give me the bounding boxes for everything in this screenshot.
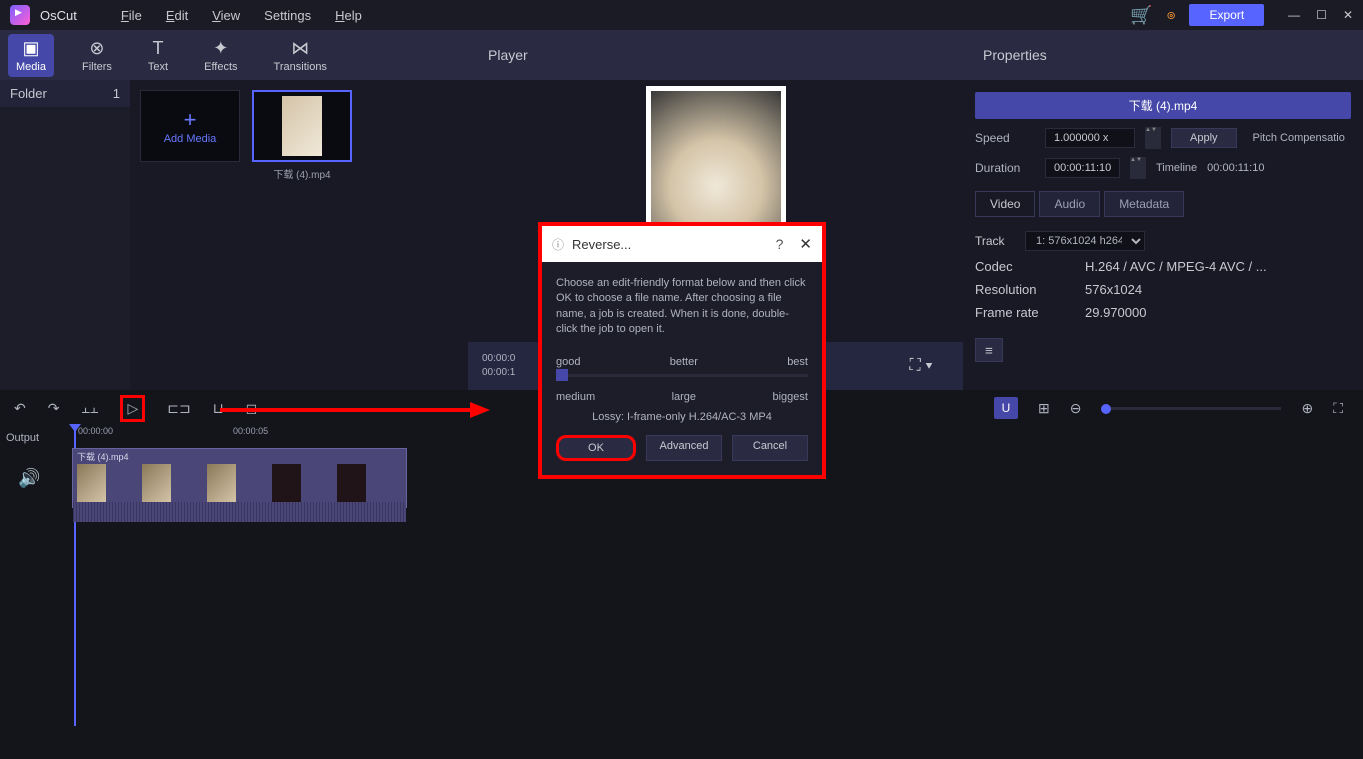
tool-transitions[interactable]: ⋈ Transitions [266,34,335,77]
properties-header: Properties [963,30,1363,80]
timeline-value: 00:00:11:10 [1207,162,1264,174]
media-icon: ▣ [22,38,39,59]
close-button[interactable]: ✕ [1343,8,1353,22]
tool-effects[interactable]: ✦ Effects [196,34,245,77]
tool-toolbar: ▣ Media ⊗ Filters T Text ✦ Effects ⋈ Tra… [0,30,468,80]
tab-audio[interactable]: Audio [1039,191,1100,217]
ripple-button[interactable]: ⫠⫠ [81,400,98,417]
zoom-in-button[interactable]: ⊕ [1301,400,1313,417]
speed-input[interactable] [1045,128,1135,148]
advanced-button[interactable]: Advanced [646,435,722,461]
track-label: Track [975,234,1015,248]
zoom-out-button[interactable]: ⊖ [1070,400,1082,417]
properties-panel: Properties 下载 (4).mp4 Speed ▲▼ Apply Pit… [963,30,1363,390]
app-logo [10,5,30,25]
redo-button[interactable]: ↷ [48,400,60,417]
tab-video[interactable]: Video [975,191,1035,217]
tool-media[interactable]: ▣ Media [8,34,54,77]
dialog-title: Reverse... [572,237,776,252]
duration-input[interactable] [1045,158,1120,178]
media-item[interactable]: 下载 (4).mp4 [252,90,352,380]
reverse-dialog: ⓘ Reverse... ? ✕ Choose an edit-friendly… [538,222,826,479]
menu-edit[interactable]: Edit [156,4,198,27]
dialog-titlebar: ⓘ Reverse... ? ✕ [542,226,822,262]
zoom-slider[interactable] [1101,407,1281,410]
transitions-icon: ⋈ [291,38,309,59]
duration-spinner[interactable]: ▲▼ [1130,157,1146,179]
dialog-description: Choose an edit-friendly format below and… [556,276,808,338]
dialog-close-button[interactable]: ✕ [799,235,812,253]
properties-menu-button[interactable]: ≡ [975,338,1003,362]
add-media-button[interactable]: + Add Media [140,90,240,162]
cart-icon[interactable]: 🛒 [1130,5,1152,26]
filters-icon: ⊗ [89,38,104,59]
player-timecode: 00:00:0 00:00:1 [482,352,515,380]
clip-filename-bar: 下载 (4).mp4 [975,92,1351,119]
codec-row: Codec H.264 / AVC / MPEG-4 AVC / ... [975,259,1351,274]
clip-waveform [73,502,406,522]
menu-settings[interactable]: Settings [254,4,321,27]
pitch-compensation-checkbox[interactable]: Pitch Compensatio [1253,132,1345,144]
snap-button[interactable]: U [994,397,1018,419]
timeline-label: Timeline [1156,162,1197,174]
tool-text[interactable]: T Text [140,34,176,77]
maximize-button[interactable]: ☐ [1316,8,1327,22]
track-select[interactable]: 1: 576x1024 h264 [1025,231,1145,251]
player-header: Player [468,30,963,80]
resolution-row: Resolution 576x1024 [975,282,1351,297]
media-filename: 下载 (4).mp4 [273,166,330,181]
ok-button[interactable]: OK [556,435,636,461]
dialog-help-button[interactable]: ? [776,236,784,252]
menu-file[interactable]: File [111,4,152,27]
speed-label: Speed [975,131,1035,145]
media-thumbnail [252,90,352,162]
framerate-row: Frame rate 29.970000 [975,305,1351,320]
folder-count: 1 [113,86,120,101]
fit-button[interactable]: ⛶ [1333,400,1343,417]
effects-icon: ✦ [213,38,228,59]
speed-spinner[interactable]: ▲▼ [1145,127,1161,149]
tab-metadata[interactable]: Metadata [1104,191,1184,217]
menu-help[interactable]: Help [325,4,372,27]
export-button[interactable]: Export [1189,4,1264,26]
key-icon[interactable]: ၜ [1167,3,1176,27]
apply-button[interactable]: Apply [1171,128,1237,148]
tool-filters[interactable]: ⊗ Filters [74,34,120,77]
fullscreen-button[interactable]: ⛶ ▾ [910,357,933,375]
duration-label: Duration [975,161,1035,175]
size-labels: medium large biggest [556,391,808,403]
folder-label: Folder [10,86,47,101]
cancel-button[interactable]: Cancel [732,435,808,461]
plus-icon: + [184,107,197,133]
app-name: OsCut [40,8,77,23]
undo-button[interactable]: ↶ [14,400,26,417]
quality-labels: good better best [556,356,808,368]
settings-icon[interactable]: ⊞ [1038,400,1050,417]
minimize-button[interactable]: — [1288,8,1300,22]
codec-info: Lossy: I-frame-only H.264/AC-3 MP4 [556,411,808,423]
text-icon: T [153,38,164,59]
speaker-icon[interactable]: 🔊 [0,450,72,507]
reverse-button[interactable]: ▷ [120,395,145,422]
menu-view[interactable]: View [202,4,250,27]
menu-bar: OsCut File Edit View Settings Help 🛒 ၜ E… [0,0,1363,30]
video-clip[interactable]: 下载 (4).mp4 [72,448,407,508]
output-label: Output [0,426,72,450]
info-icon: ⓘ [552,236,564,253]
split-button[interactable]: ⊏⊐ [167,400,190,417]
annotation-arrow [220,402,490,418]
quality-slider[interactable] [556,374,808,377]
folder-panel: Folder 1 [0,80,130,390]
media-panel: ▣ Media ⊗ Filters T Text ✦ Effects ⋈ Tra… [0,30,468,390]
